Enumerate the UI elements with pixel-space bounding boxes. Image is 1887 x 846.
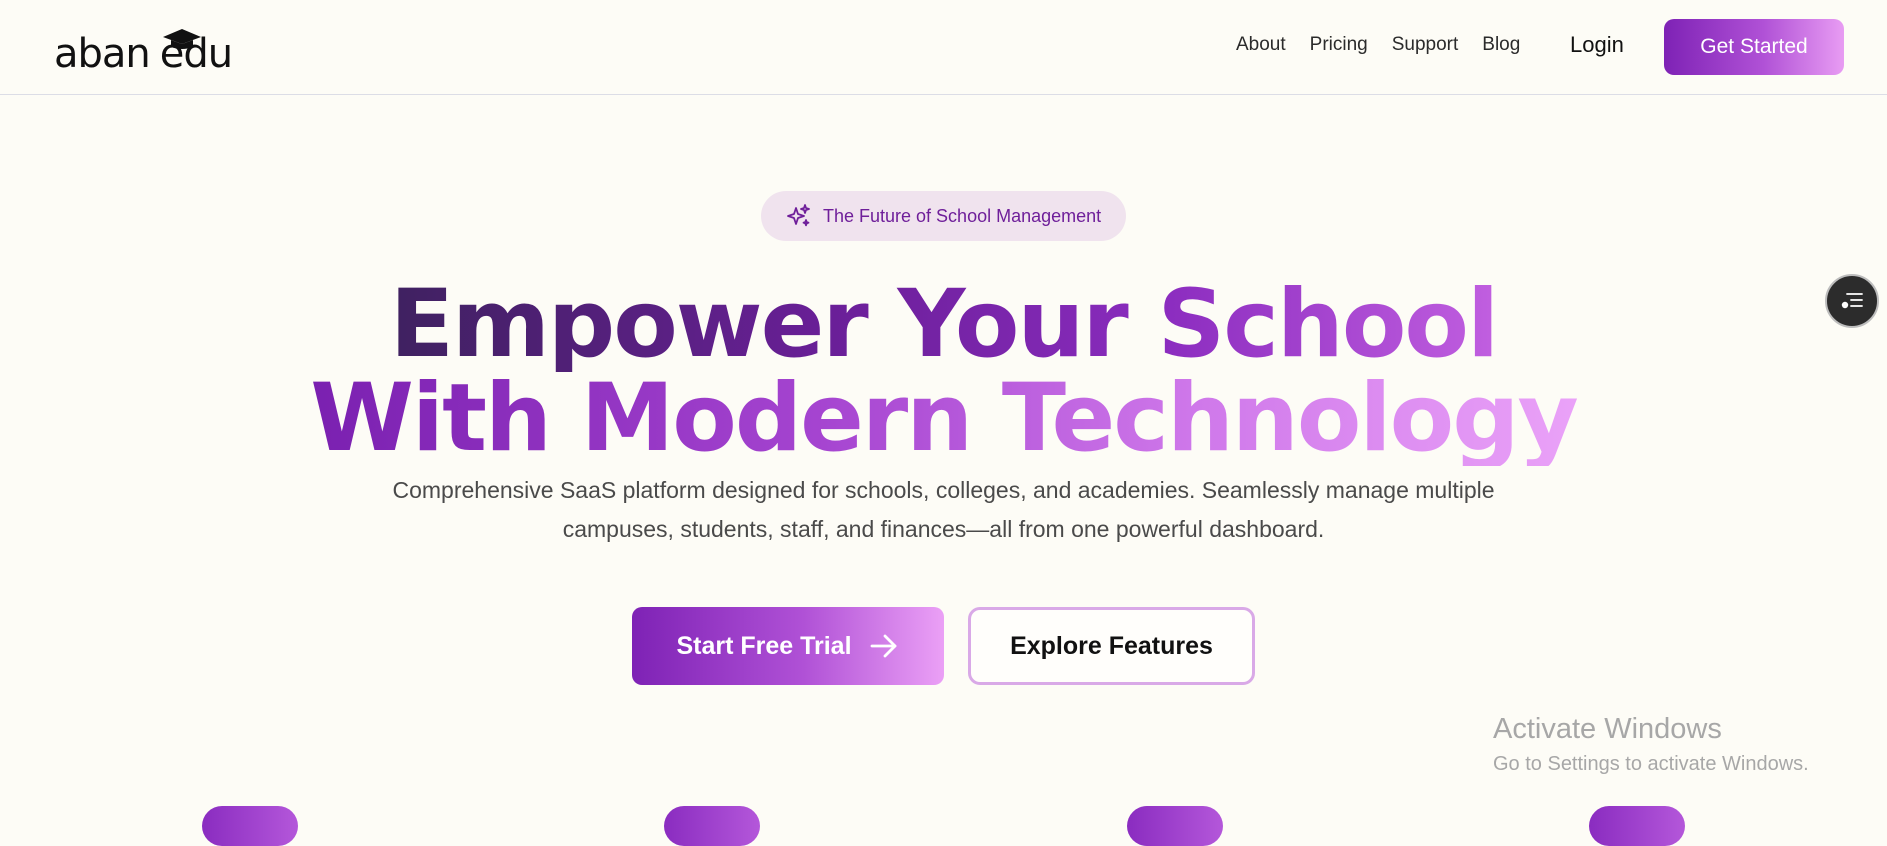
nav-link-pricing[interactable]: Pricing <box>1310 34 1368 56</box>
graduation-cap-icon <box>162 29 201 49</box>
login-link[interactable]: Login <box>1570 32 1624 58</box>
hero-subtitle-line1: Comprehensive SaaS platform designed for… <box>392 477 1495 503</box>
feature-icon-2 <box>664 806 760 846</box>
start-free-trial-label: Start Free Trial <box>676 631 852 660</box>
activate-windows-title: Activate Windows <box>1493 713 1722 745</box>
hero-headline-line2: With Modern Technology <box>310 364 1579 473</box>
hero-headline-line1: Empower Your School <box>389 270 1499 379</box>
start-free-trial-button[interactable]: Start Free Trial <box>632 607 944 685</box>
sparkles-icon <box>787 204 810 227</box>
main-nav: About Pricing Support Blog <box>1236 34 1544 56</box>
feature-icon-3 <box>1127 806 1223 846</box>
nav-link-blog[interactable]: Blog <box>1482 34 1520 56</box>
hero-badge-text: The Future of School Management <box>823 205 1102 226</box>
nav-link-support[interactable]: Support <box>1392 34 1459 56</box>
hero-subtitle: Comprehensive SaaS platform designed for… <box>350 471 1537 549</box>
explore-features-button[interactable]: Explore Features <box>968 607 1255 685</box>
logo-text-aban: aban <box>54 31 151 77</box>
hero-badge: The Future of School Management <box>761 191 1126 241</box>
logo[interactable]: aban edu <box>54 20 233 77</box>
activate-windows-subtitle: Go to Settings to activate Windows. <box>1493 753 1809 775</box>
menu-list-icon <box>1841 293 1863 309</box>
site-header: aban edu About Pricing Support Blog Logi… <box>0 0 1887 95</box>
hero-subtitle-line2: campuses, students, staff, and finances—… <box>562 516 1325 542</box>
feature-icon-4 <box>1589 806 1685 846</box>
get-started-button[interactable]: Get Started <box>1664 19 1844 75</box>
floating-widget-button[interactable] <box>1825 274 1879 328</box>
logo-text-edu: edu <box>160 29 233 74</box>
feature-icon-1 <box>202 806 298 846</box>
arrow-right-icon <box>870 634 896 658</box>
nav-link-about[interactable]: About <box>1236 34 1286 56</box>
